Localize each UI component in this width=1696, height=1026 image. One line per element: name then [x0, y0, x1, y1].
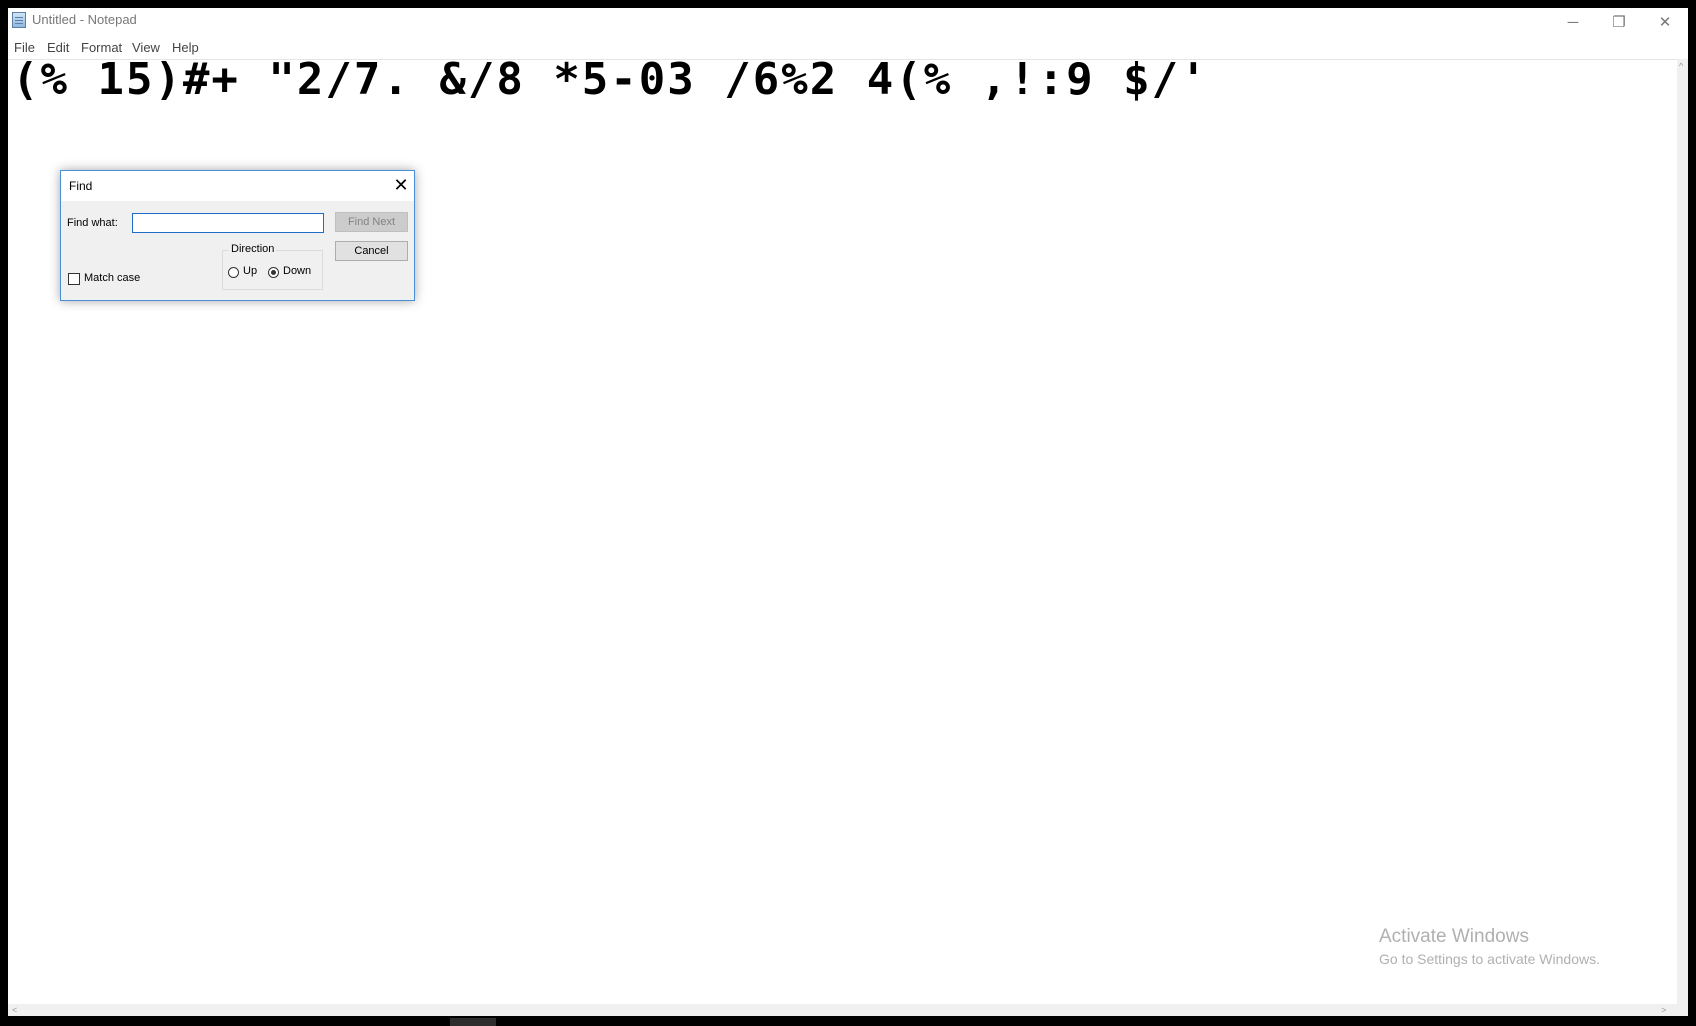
menu-format[interactable]: Format: [81, 40, 122, 55]
close-button[interactable]: ✕: [1642, 8, 1688, 38]
direction-down-radio[interactable]: [268, 267, 279, 278]
cancel-button[interactable]: Cancel: [335, 241, 408, 261]
vertical-scrollbar[interactable]: ^: [1677, 59, 1688, 1016]
menu-edit[interactable]: Edit: [47, 40, 69, 55]
direction-down-label[interactable]: Down: [283, 265, 311, 277]
activate-windows-subtitle: Go to Settings to activate Windows.: [1379, 951, 1600, 967]
match-case-label[interactable]: Match case: [84, 272, 140, 284]
editor-content[interactable]: (% 15)#+ "2/7. &/8 *5-03 /6%2 4(% ,!:9 $…: [12, 54, 1209, 105]
title-bar[interactable]: Untitled - Notepad ─ ❐ ✕: [8, 8, 1688, 38]
close-icon[interactable]: ✕: [391, 175, 411, 195]
menu-file[interactable]: File: [14, 40, 35, 55]
window-title: Untitled - Notepad: [32, 12, 137, 27]
find-what-input[interactable]: [132, 213, 324, 233]
minimize-button[interactable]: ─: [1550, 8, 1596, 38]
direction-label: Direction: [229, 243, 277, 255]
direction-group: Direction Up Down: [222, 243, 323, 290]
match-case-checkbox[interactable]: [68, 273, 80, 285]
taskbar-fragment: [450, 1018, 496, 1026]
scroll-right-icon[interactable]: >: [1661, 1005, 1666, 1015]
scroll-up-icon[interactable]: ^: [1679, 61, 1683, 71]
find-dialog: Find ✕ Find what: Find Next Cancel Direc…: [60, 170, 415, 301]
menu-view[interactable]: View: [132, 40, 160, 55]
scroll-left-icon[interactable]: <: [12, 1005, 17, 1015]
notepad-window: Untitled - Notepad ─ ❐ ✕ File Edit Forma…: [8, 8, 1688, 1016]
find-what-label: Find what:: [67, 217, 118, 229]
direction-up-radio[interactable]: [228, 267, 239, 278]
menu-help[interactable]: Help: [172, 40, 199, 55]
activate-windows-title: Activate Windows: [1379, 926, 1529, 947]
direction-up-label[interactable]: Up: [243, 265, 257, 277]
horizontal-scrollbar[interactable]: < >: [8, 1004, 1677, 1016]
find-next-button[interactable]: Find Next: [335, 212, 408, 232]
restore-button[interactable]: ❐: [1596, 8, 1642, 38]
find-dialog-title: Find: [69, 179, 93, 193]
notepad-app-icon: [12, 12, 26, 28]
find-dialog-title-bar[interactable]: Find ✕: [61, 171, 414, 201]
